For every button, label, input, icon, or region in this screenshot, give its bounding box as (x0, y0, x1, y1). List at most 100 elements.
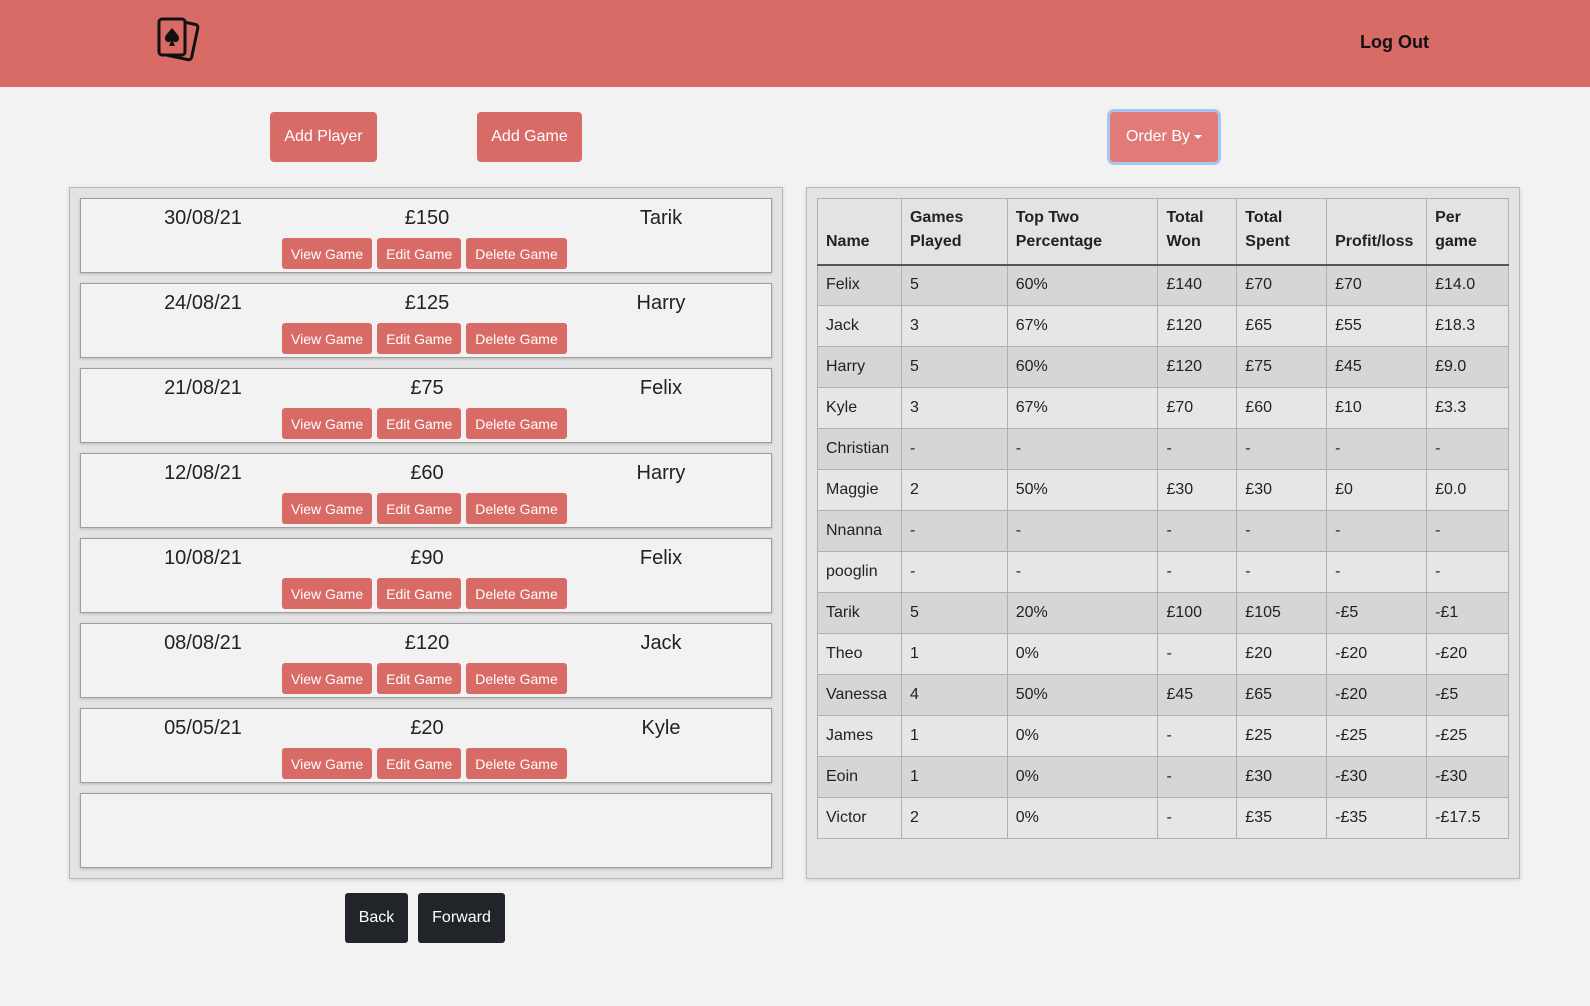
table-cell: 4 (900, 674, 1008, 716)
table-header-row: Name Games Played Top Two Percentage Tot… (817, 198, 1509, 265)
table-cell: - (900, 551, 1008, 593)
game-card: 12/08/21 £60 Harry View Game Edit Game D… (80, 453, 772, 528)
table-row: Kyle 3 67% £70 £60 £10 £3.3 (817, 387, 1509, 429)
table-cell: 5 (900, 264, 1008, 306)
table-cell: 5 (900, 592, 1008, 634)
table-cell: Christian (817, 428, 902, 470)
column-header: Total Spent (1236, 198, 1328, 265)
game-date: 12/08/21 (164, 462, 242, 484)
table-cell: £30 (1236, 756, 1328, 798)
playing-cards-icon[interactable] (155, 16, 201, 66)
table-cell: 1 (900, 756, 1008, 798)
add-game-button[interactable]: Add Game (477, 112, 582, 162)
table-cell: - (1426, 428, 1509, 470)
delete-game-button[interactable]: Delete Game (466, 323, 567, 354)
table-cell: 2 (900, 797, 1008, 839)
table-cell: £0.0 (1426, 469, 1509, 511)
table-row: pooglin - - - - - - (817, 551, 1509, 593)
table-cell: £70 (1236, 264, 1328, 306)
edit-game-button[interactable]: Edit Game (377, 238, 462, 269)
edit-game-button[interactable]: Edit Game (377, 323, 462, 354)
table-cell: £65 (1236, 305, 1328, 347)
view-game-button[interactable]: View Game (282, 238, 373, 269)
table-cell: Maggie (817, 469, 902, 511)
delete-game-button[interactable]: Delete Game (466, 493, 567, 524)
table-cell: £45 (1326, 346, 1428, 388)
delete-game-button[interactable]: Delete Game (466, 238, 567, 269)
game-amount: £20 (410, 717, 444, 739)
edit-game-button[interactable]: Edit Game (377, 408, 462, 439)
view-game-button[interactable]: View Game (282, 408, 373, 439)
table-cell: -£25 (1426, 715, 1509, 757)
view-game-button[interactable]: View Game (282, 663, 373, 694)
table-cell: £140 (1157, 264, 1238, 306)
table-cell: £55 (1326, 305, 1428, 347)
table-cell: - (1157, 715, 1238, 757)
edit-game-button[interactable]: Edit Game (377, 578, 462, 609)
game-winner: Felix (639, 547, 683, 569)
table-cell: - (1006, 551, 1159, 593)
column-header: Total Won (1157, 198, 1238, 265)
game-date: 10/08/21 (164, 547, 242, 569)
caret-down-icon (1194, 134, 1202, 139)
game-winner: Tarik (639, 207, 683, 229)
table-cell: £105 (1236, 592, 1328, 634)
table-cell: £9.0 (1426, 346, 1509, 388)
game-card: 05/05/21 £20 Kyle View Game Edit Game De… (80, 708, 772, 783)
table-cell: -£20 (1326, 633, 1428, 675)
order-by-dropdown[interactable]: Order By (1110, 112, 1218, 162)
game-amount: £120 (404, 632, 450, 654)
game-actions: View Game Edit Game Delete Game (282, 663, 567, 694)
table-body: Felix 5 60% £140 £70 £70 £14.0 Jack 3 67% £120 £65 £… (817, 264, 1509, 839)
edit-game-button[interactable]: Edit Game (377, 663, 462, 694)
table-cell: - (1157, 633, 1238, 675)
delete-game-button[interactable]: Delete Game (466, 578, 567, 609)
table-cell: 5 (900, 346, 1008, 388)
table-cell: 67% (1006, 305, 1159, 347)
game-date: 21/08/21 (164, 377, 242, 399)
table-cell: £18.3 (1426, 305, 1509, 347)
table-cell: -£1 (1426, 592, 1509, 634)
table-cell: 60% (1006, 264, 1159, 306)
view-game-button[interactable]: View Game (282, 578, 373, 609)
delete-game-button[interactable]: Delete Game (466, 748, 567, 779)
edit-game-button[interactable]: Edit Game (377, 748, 462, 779)
table-row: Vanessa 4 50% £45 £65 -£20 -£5 (817, 674, 1509, 716)
game-card: 10/08/21 £90 Felix View Game Edit Game D… (80, 538, 772, 613)
game-date: 08/08/21 (164, 632, 242, 654)
edit-game-button[interactable]: Edit Game (377, 493, 462, 524)
delete-game-button[interactable]: Delete Game (466, 663, 567, 694)
game-winner: Felix (639, 377, 683, 399)
table-cell: Eoin (817, 756, 902, 798)
forward-button[interactable]: Forward (418, 893, 505, 943)
table-cell: - (1157, 756, 1238, 798)
view-game-button[interactable]: View Game (282, 493, 373, 524)
table-row: Harry 5 60% £120 £75 £45 £9.0 (817, 346, 1509, 388)
player-stats-panel: Name Games Played Top Two Percentage Tot… (806, 187, 1520, 879)
column-header: Name (817, 198, 902, 265)
game-amount: £90 (410, 547, 444, 569)
table-cell: 50% (1006, 674, 1159, 716)
column-header: Per game (1426, 198, 1509, 265)
view-game-button[interactable]: View Game (282, 748, 373, 779)
game-actions: View Game Edit Game Delete Game (282, 493, 567, 524)
table-cell: Jack (817, 305, 902, 347)
table-cell: -£25 (1326, 715, 1428, 757)
game-amount: £60 (410, 462, 444, 484)
game-winner: Harry (636, 462, 686, 484)
column-header: Games Played (900, 198, 1008, 265)
table-row: Felix 5 60% £140 £70 £70 £14.0 (817, 264, 1509, 306)
table-cell: - (1157, 551, 1238, 593)
back-button[interactable]: Back (345, 893, 408, 943)
delete-game-button[interactable]: Delete Game (466, 408, 567, 439)
logout-link[interactable]: Log Out (1360, 32, 1429, 53)
table-cell: 3 (900, 387, 1008, 429)
table-cell: Kyle (817, 387, 902, 429)
table-cell: £10 (1326, 387, 1428, 429)
table-cell: - (1426, 510, 1509, 552)
table-cell: 20% (1006, 592, 1159, 634)
add-player-button[interactable]: Add Player (270, 112, 377, 162)
table-cell: - (1326, 428, 1428, 470)
view-game-button[interactable]: View Game (282, 323, 373, 354)
order-by-label: Order By (1125, 128, 1190, 145)
